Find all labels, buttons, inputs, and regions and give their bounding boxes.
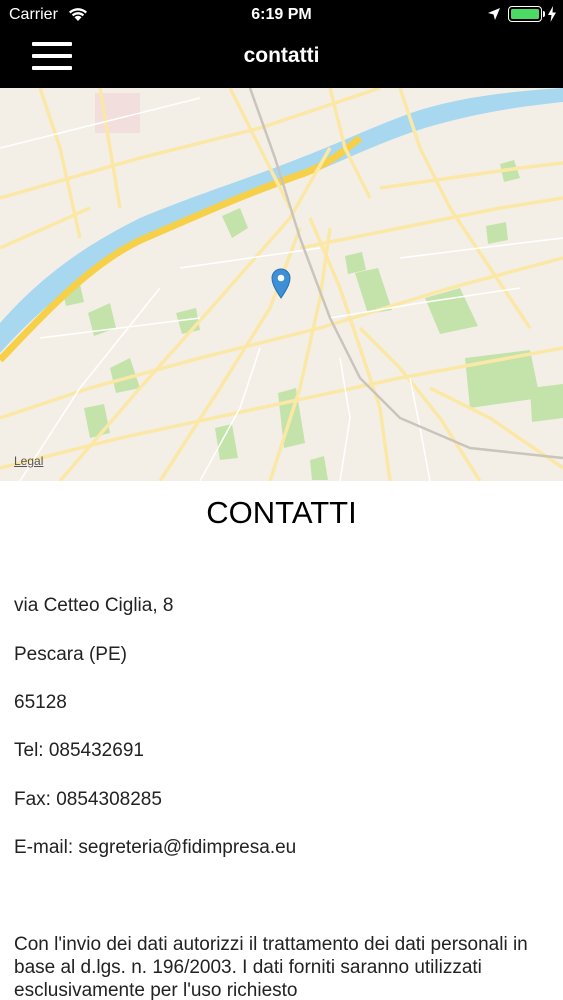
- fax-text: Fax: 0854308285: [14, 789, 162, 810]
- map-view[interactable]: Legal: [0, 88, 563, 481]
- location-arrow-icon: [487, 7, 501, 26]
- map-legal-link[interactable]: Legal: [14, 454, 43, 468]
- battery-icon: [508, 6, 542, 22]
- phone-text[interactable]: Tel: 085432691: [14, 740, 144, 762]
- page-title: contatti: [243, 44, 320, 67]
- address-text: via Cetteo Ciglia, 8: [14, 595, 174, 616]
- zip-text: 65128: [14, 692, 67, 713]
- charging-bolt-icon: [547, 6, 557, 27]
- city-text: Pescara (PE): [14, 644, 127, 665]
- navigation-bar: contatti: [0, 30, 563, 88]
- email-text[interactable]: E-mail: segreteria@fidimpresa.eu: [14, 837, 296, 859]
- map-canvas[interactable]: [0, 88, 563, 481]
- status-time: 6:19 PM: [251, 6, 312, 23]
- battery-level: [511, 9, 539, 19]
- privacy-notice: Con l'invio dei dati autorizzi il tratta…: [14, 934, 528, 1000]
- status-bar: Carrier 6:19 PM: [0, 0, 563, 30]
- contacts-heading: CONTATTI: [206, 495, 357, 530]
